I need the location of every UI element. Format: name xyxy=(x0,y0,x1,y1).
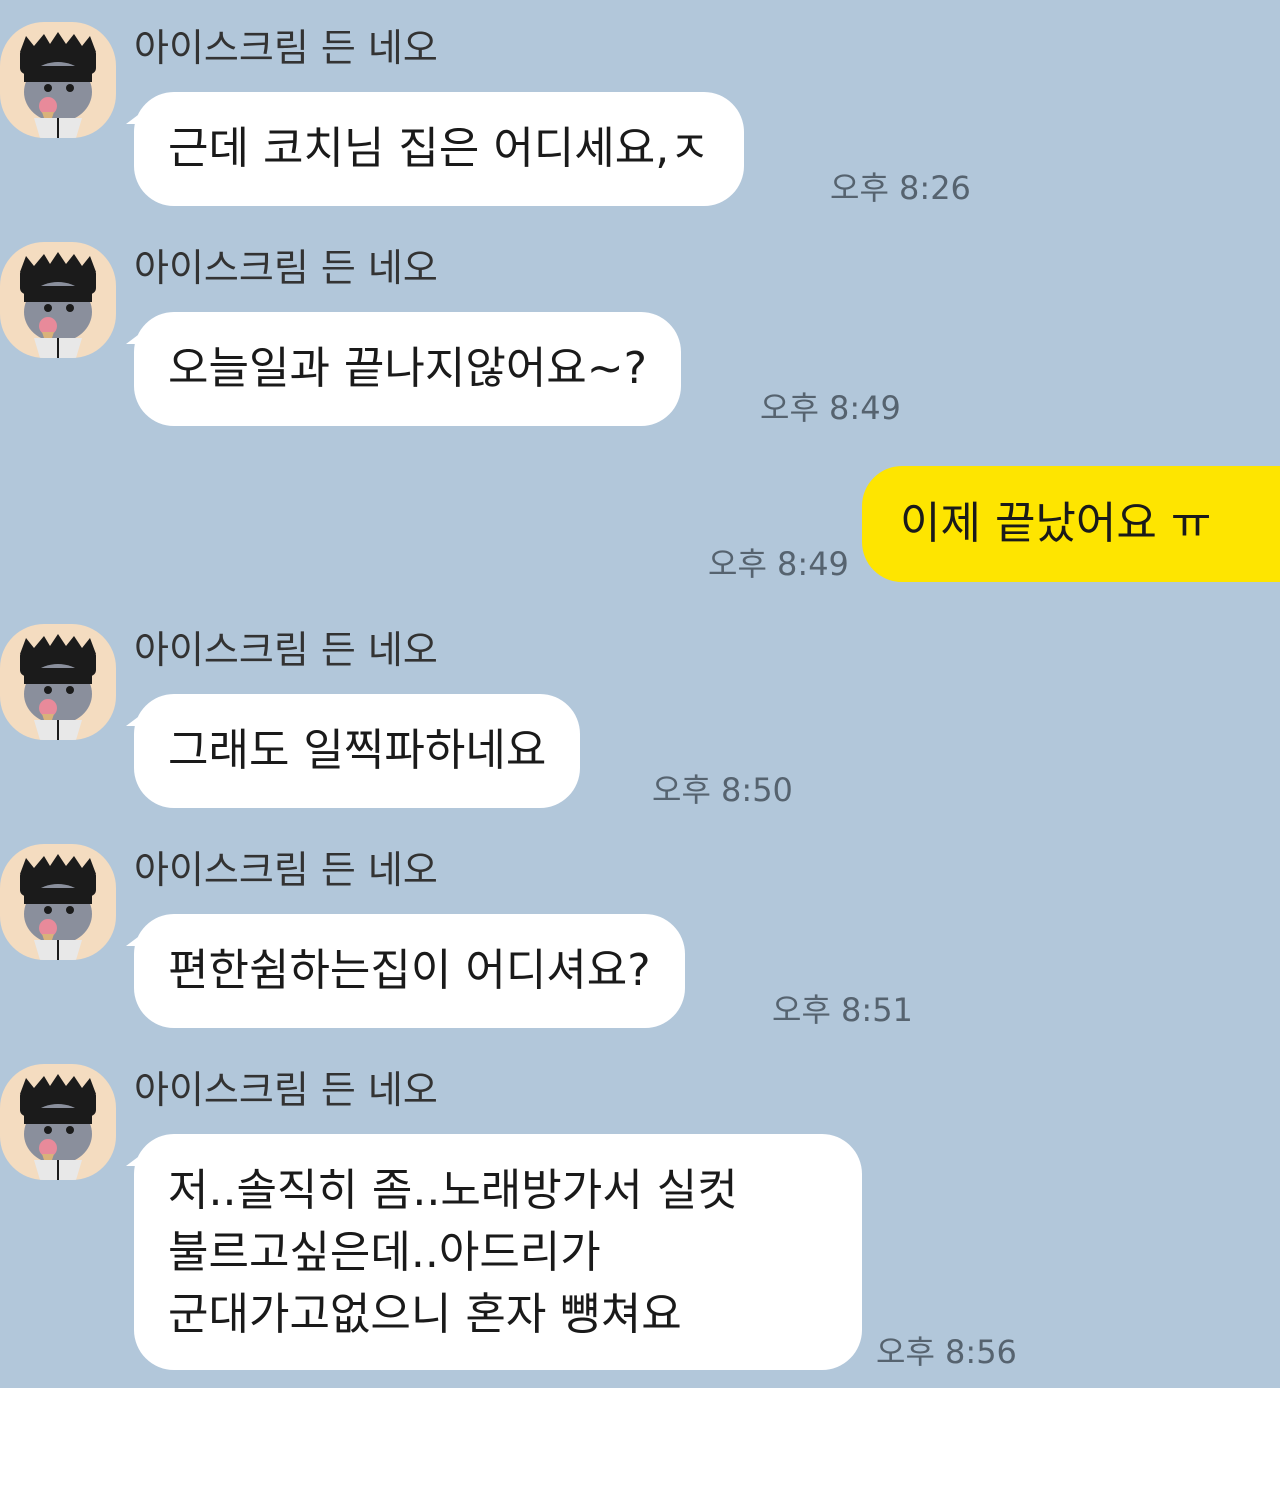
sender-name: 아이스크림 든 네오 xyxy=(134,848,438,892)
message-time: 오후 8:26 xyxy=(830,169,971,207)
neo-avatar-icon[interactable] xyxy=(0,624,116,740)
message-bubble[interactable]: 근데 코치님 집은 어디세요,ㅈ xyxy=(126,92,744,206)
message-text: 편한쉼하는집이 어디셔요? xyxy=(168,945,651,996)
message-text-line: 저..솔직히 좀..노래방가서 실컷 xyxy=(168,1165,738,1216)
message-time: 오후 8:50 xyxy=(652,771,793,809)
sender-name: 아이스크림 든 네오 xyxy=(134,628,438,672)
message-text: 근데 코치님 집은 어디세요,ㅈ xyxy=(168,123,710,174)
message-bubble[interactable]: 이제 끝났어요 ㅠ xyxy=(862,466,1280,582)
message-text-line: 불르고싶은데..아드리가 xyxy=(168,1227,601,1278)
neo-avatar-icon[interactable] xyxy=(0,242,116,358)
message-text: 이제 끝났어요 ㅠ xyxy=(900,498,1212,549)
sender-name: 아이스크림 든 네오 xyxy=(134,1068,438,1112)
message-text-line: 군대가고없으니 혼자 뻉쳐요 xyxy=(168,1289,682,1340)
message-text: 오늘일과 끝나지않어요~? xyxy=(168,343,648,394)
neo-avatar-icon[interactable] xyxy=(0,1064,116,1180)
message-bubble[interactable]: 오늘일과 끝나지않어요~? xyxy=(125,312,682,426)
chat-room: 아이스크림 든 네오 근데 코치님 집은 어디세요,ㅈ 오후 8:26 아이스크… xyxy=(0,0,1280,1388)
message-bubble[interactable]: 그래도 일찍파하네요 xyxy=(125,694,581,808)
message-time: 오후 8:49 xyxy=(708,545,849,583)
neo-avatar-icon[interactable] xyxy=(0,844,116,960)
message-time: 오후 8:51 xyxy=(772,991,913,1029)
sender-name: 아이스크림 든 네오 xyxy=(134,246,438,290)
message-text: 그래도 일찍파하네요 xyxy=(168,725,547,776)
message-bubble[interactable]: 저..솔직히 좀..노래방가서 실컷 불르고싶은데..아드리가 군대가고없으니 … xyxy=(126,1134,862,1370)
message-time: 오후 8:56 xyxy=(876,1333,1017,1371)
sender-name: 아이스크림 든 네오 xyxy=(134,26,438,70)
message-time: 오후 8:49 xyxy=(760,389,901,427)
message-bubble[interactable]: 편한쉼하는집이 어디셔요? xyxy=(126,914,685,1028)
neo-avatar-icon[interactable] xyxy=(0,22,116,138)
